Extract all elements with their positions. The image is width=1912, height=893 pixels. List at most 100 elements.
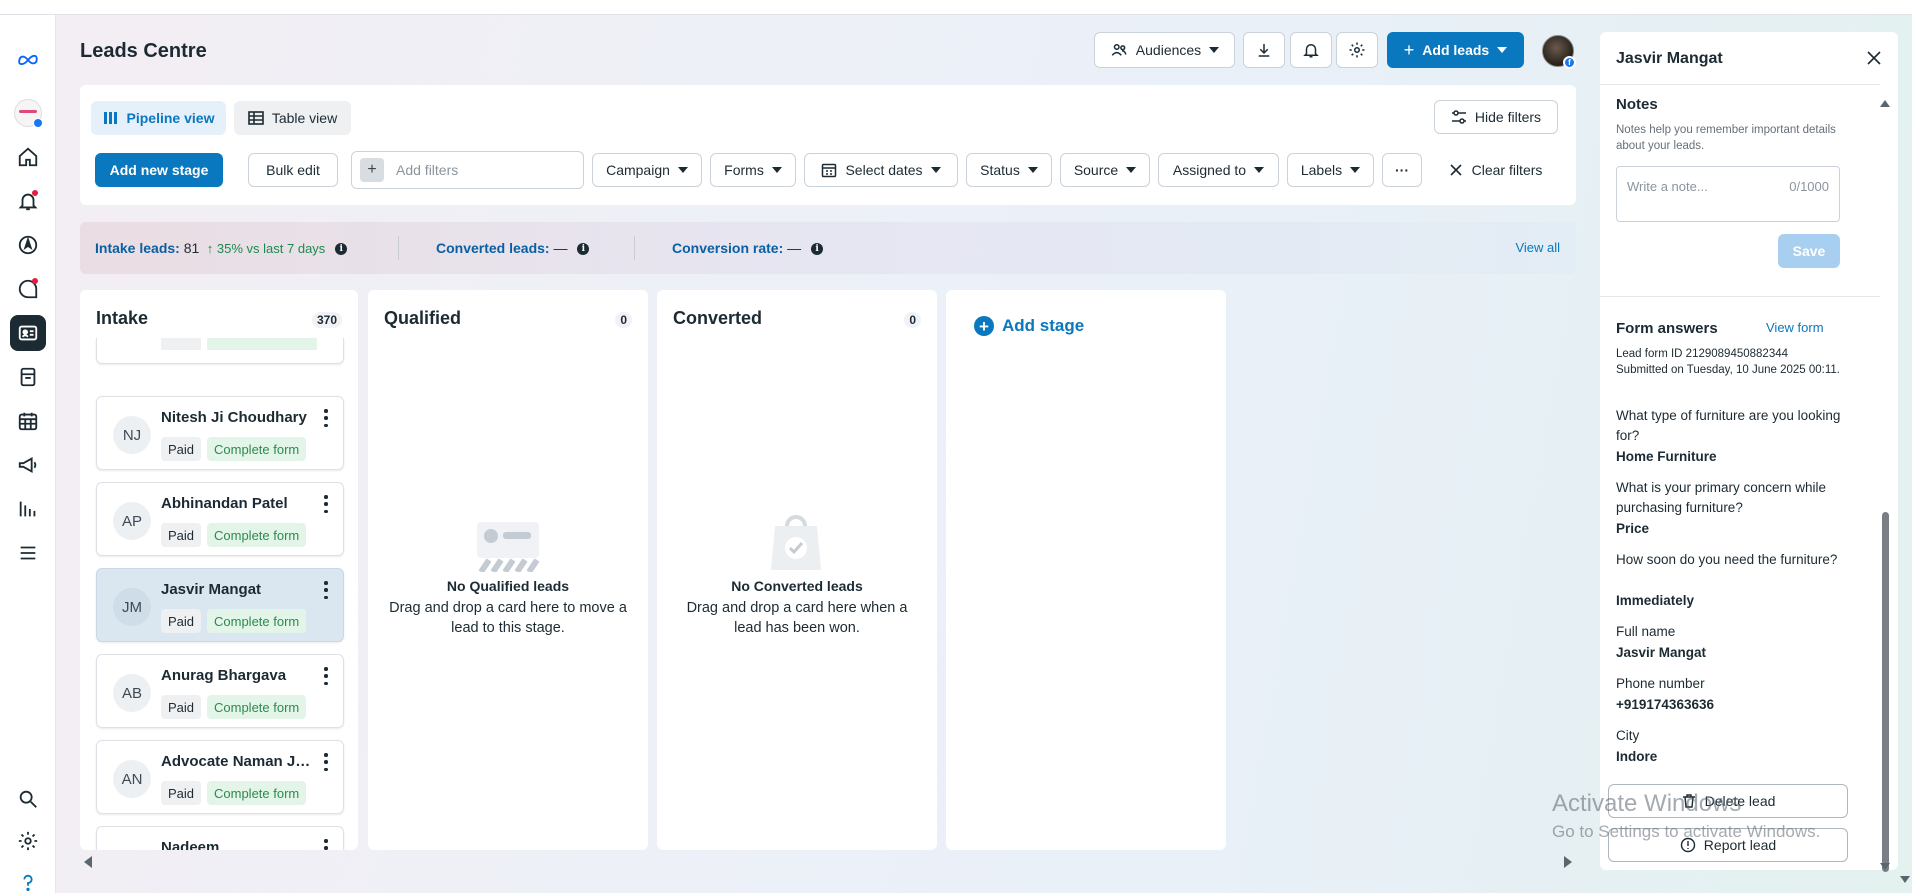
pipeline-view-tab[interactable]: Pipeline view: [91, 101, 226, 135]
calendar-icon[interactable]: [10, 403, 46, 439]
lead-name: Jasvir Mangat: [161, 581, 262, 598]
more-options-icon[interactable]: [323, 581, 329, 599]
help-icon[interactable]: [10, 865, 46, 893]
empty-state-title: No Qualified leads: [446, 578, 570, 594]
leads-centre-icon[interactable]: [10, 315, 46, 351]
view-form-link[interactable]: View form: [1766, 320, 1824, 335]
add-leads-button[interactable]: + Add leads: [1387, 32, 1524, 68]
report-lead-label: Report lead: [1703, 837, 1777, 853]
chevron-down-icon: [1126, 167, 1137, 173]
lead-card[interactable]: NJ Nitesh Ji Choudhary Paid Complete for…: [96, 396, 344, 470]
lead-card-partial[interactable]: [96, 338, 344, 364]
bulk-edit-button[interactable]: Bulk edit: [248, 153, 338, 187]
pipeline-view-label: Pipeline view: [126, 110, 215, 126]
columns-icon: [103, 112, 117, 124]
lead-card[interactable]: AP Abhinandan Patel Paid Complete form: [96, 482, 344, 556]
more-filters-button[interactable]: ···: [1382, 153, 1422, 187]
question-text: What is your primary concern while purch…: [1616, 480, 1827, 515]
settings-gear-icon[interactable]: [10, 823, 46, 859]
complete-form-tag: Complete form: [207, 437, 307, 461]
plus-icon: +: [1403, 39, 1415, 60]
close-icon: [1450, 164, 1462, 176]
date-filter-dropdown[interactable]: Select dates: [804, 153, 958, 187]
more-options-icon[interactable]: [323, 753, 329, 771]
labels-filter-dropdown[interactable]: Labels: [1287, 153, 1374, 187]
hide-filters-button[interactable]: Hide filters: [1434, 100, 1558, 134]
add-filters-input[interactable]: + Add filters: [351, 151, 584, 189]
forms-filter-dropdown[interactable]: Forms: [710, 153, 796, 187]
account-avatar-icon[interactable]: [10, 95, 46, 131]
note-textarea[interactable]: Write a note... 0/1000: [1616, 166, 1840, 222]
assigned-to-filter-dropdown[interactable]: Assigned to: [1158, 153, 1279, 187]
compass-icon[interactable]: [10, 227, 46, 263]
add-new-stage-button[interactable]: Add new stage: [95, 153, 223, 187]
horizontal-scrollbar[interactable]: [80, 850, 1576, 872]
status-tag-partial: [207, 338, 317, 350]
search-icon[interactable]: [10, 781, 46, 817]
ads-megaphone-icon[interactable]: [10, 447, 46, 483]
more-options-icon[interactable]: [323, 495, 329, 513]
settings-button[interactable]: [1336, 32, 1378, 68]
converted-count-badge: 0: [904, 312, 921, 328]
add-new-stage-label: Add new stage: [109, 162, 209, 178]
save-note-button[interactable]: Save: [1778, 234, 1840, 268]
trash-icon: [1682, 794, 1695, 808]
scroll-down-icon[interactable]: [1880, 863, 1890, 870]
scroll-left-icon[interactable]: [84, 856, 92, 868]
view-all-link[interactable]: View all: [1515, 240, 1560, 255]
table-view-tab[interactable]: Table view: [234, 101, 351, 135]
close-icon[interactable]: [1866, 50, 1882, 66]
alerts-button[interactable]: [1290, 32, 1332, 68]
lead-card[interactable]: AB Anurag Bhargava Paid Complete form: [96, 654, 344, 728]
info-icon[interactable]: i: [335, 243, 348, 256]
info-icon[interactable]: i: [811, 243, 824, 256]
converted-leads-value: —: [553, 240, 568, 256]
complete-form-tag: Complete form: [207, 609, 307, 633]
answer-text: Immediately: [1616, 593, 1695, 608]
lead-stats-bar: Intake leads: 81 ↑ 35% vs last 7 days i …: [80, 222, 1576, 274]
delete-lead-button[interactable]: Delete lead: [1608, 784, 1848, 818]
conversion-rate-stat: Conversion rate: — i: [672, 240, 824, 256]
more-options-icon[interactable]: [323, 667, 329, 685]
lead-card-selected[interactable]: JM Jasvir Mangat Paid Complete form: [96, 568, 344, 642]
shopping-bag-check-icon: [771, 515, 821, 570]
intake-column-title: Intake: [96, 308, 149, 328]
user-avatar[interactable]: f: [1542, 35, 1576, 69]
insights-chart-icon[interactable]: [10, 491, 46, 527]
home-icon[interactable]: [10, 139, 46, 175]
assigned-to-filter-label: Assigned to: [1172, 162, 1247, 178]
download-button[interactable]: [1243, 32, 1285, 68]
info-icon[interactable]: i: [577, 243, 590, 256]
scroll-up-icon[interactable]: [1880, 100, 1890, 107]
gear-icon: [1349, 42, 1365, 58]
notifications-icon[interactable]: [10, 183, 46, 219]
panel-scrollbar[interactable]: [1880, 100, 1890, 872]
content-icon[interactable]: [10, 359, 46, 395]
chevron-down-icon: [1027, 167, 1038, 173]
bell-icon: [1303, 44, 1319, 58]
lead-card[interactable]: Nadeem: [96, 826, 344, 850]
report-lead-button[interactable]: Report lead: [1608, 828, 1848, 862]
lead-card[interactable]: AN Advocate Naman Jain Paid Complete for…: [96, 740, 344, 814]
campaign-filter-dropdown[interactable]: Campaign: [592, 153, 702, 187]
scroll-right-icon[interactable]: [1564, 856, 1572, 868]
meta-logo-icon[interactable]: [10, 41, 46, 77]
clear-filters-button[interactable]: Clear filters: [1440, 153, 1550, 187]
converted-leads-stat: Converted leads: — i: [436, 240, 590, 256]
source-filter-dropdown[interactable]: Source: [1060, 153, 1150, 187]
audiences-dropdown[interactable]: Audiences: [1094, 32, 1235, 68]
status-filter-dropdown[interactable]: Status: [966, 153, 1052, 187]
answer-text: Jasvir Mangat: [1616, 645, 1707, 660]
lead-name: Abhinandan Patel: [161, 495, 288, 512]
menu-icon[interactable]: [10, 535, 46, 571]
messages-icon[interactable]: [10, 271, 46, 307]
more-options-icon[interactable]: [323, 409, 329, 427]
question-text: What type of furniture are you looking f…: [1616, 408, 1841, 443]
lead-avatar: AN: [113, 760, 151, 798]
add-stage-label: Add stage: [1002, 316, 1085, 335]
converted-leads-label: Converted leads:: [436, 240, 550, 256]
add-stage-button[interactable]: + Add stage: [974, 316, 1084, 336]
more-options-icon[interactable]: [323, 839, 329, 850]
scrollbar-thumb[interactable]: [1882, 512, 1889, 872]
page-scroll-down-icon[interactable]: [1900, 876, 1910, 883]
